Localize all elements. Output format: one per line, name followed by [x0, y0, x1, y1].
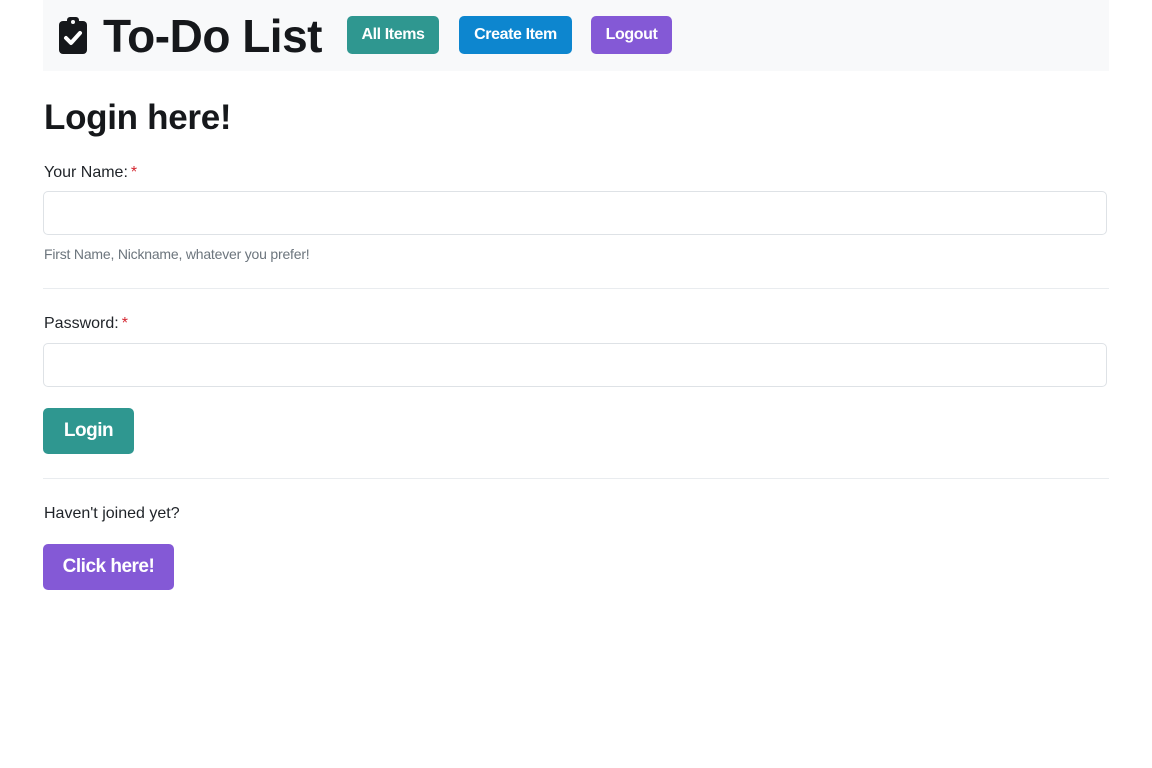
login-button[interactable]: Login	[43, 408, 134, 454]
create-item-button[interactable]: Create Item	[459, 16, 572, 54]
name-label-text: Your Name:	[44, 164, 128, 181]
required-marker: *	[130, 164, 138, 181]
name-help-text: First Name, Nickname, whatever you prefe…	[44, 246, 310, 262]
password-input[interactable]	[43, 343, 1107, 387]
all-items-button[interactable]: All Items	[347, 16, 439, 54]
brand[interactable]: To-Do List	[57, 13, 322, 59]
navbar: To-Do List All Items Create Item Logout	[43, 0, 1109, 71]
clipboard-check-icon	[57, 16, 89, 56]
name-label: Your Name: *	[44, 164, 137, 182]
divider	[43, 478, 1109, 479]
divider	[43, 288, 1109, 289]
signup-prompt: Haven't joined yet?	[44, 505, 180, 522]
signup-button[interactable]: Click here!	[43, 544, 174, 590]
app-title: To-Do List	[103, 9, 322, 62]
required-marker: *	[121, 315, 128, 332]
name-input[interactable]	[43, 191, 1107, 235]
password-label: Password: *	[44, 315, 128, 333]
login-page: To-Do List All Items Create Item Logout …	[0, 0, 1152, 768]
page-title: Login here!	[44, 98, 232, 137]
logout-button[interactable]: Logout	[591, 16, 672, 54]
password-label-text: Password:	[44, 315, 119, 332]
